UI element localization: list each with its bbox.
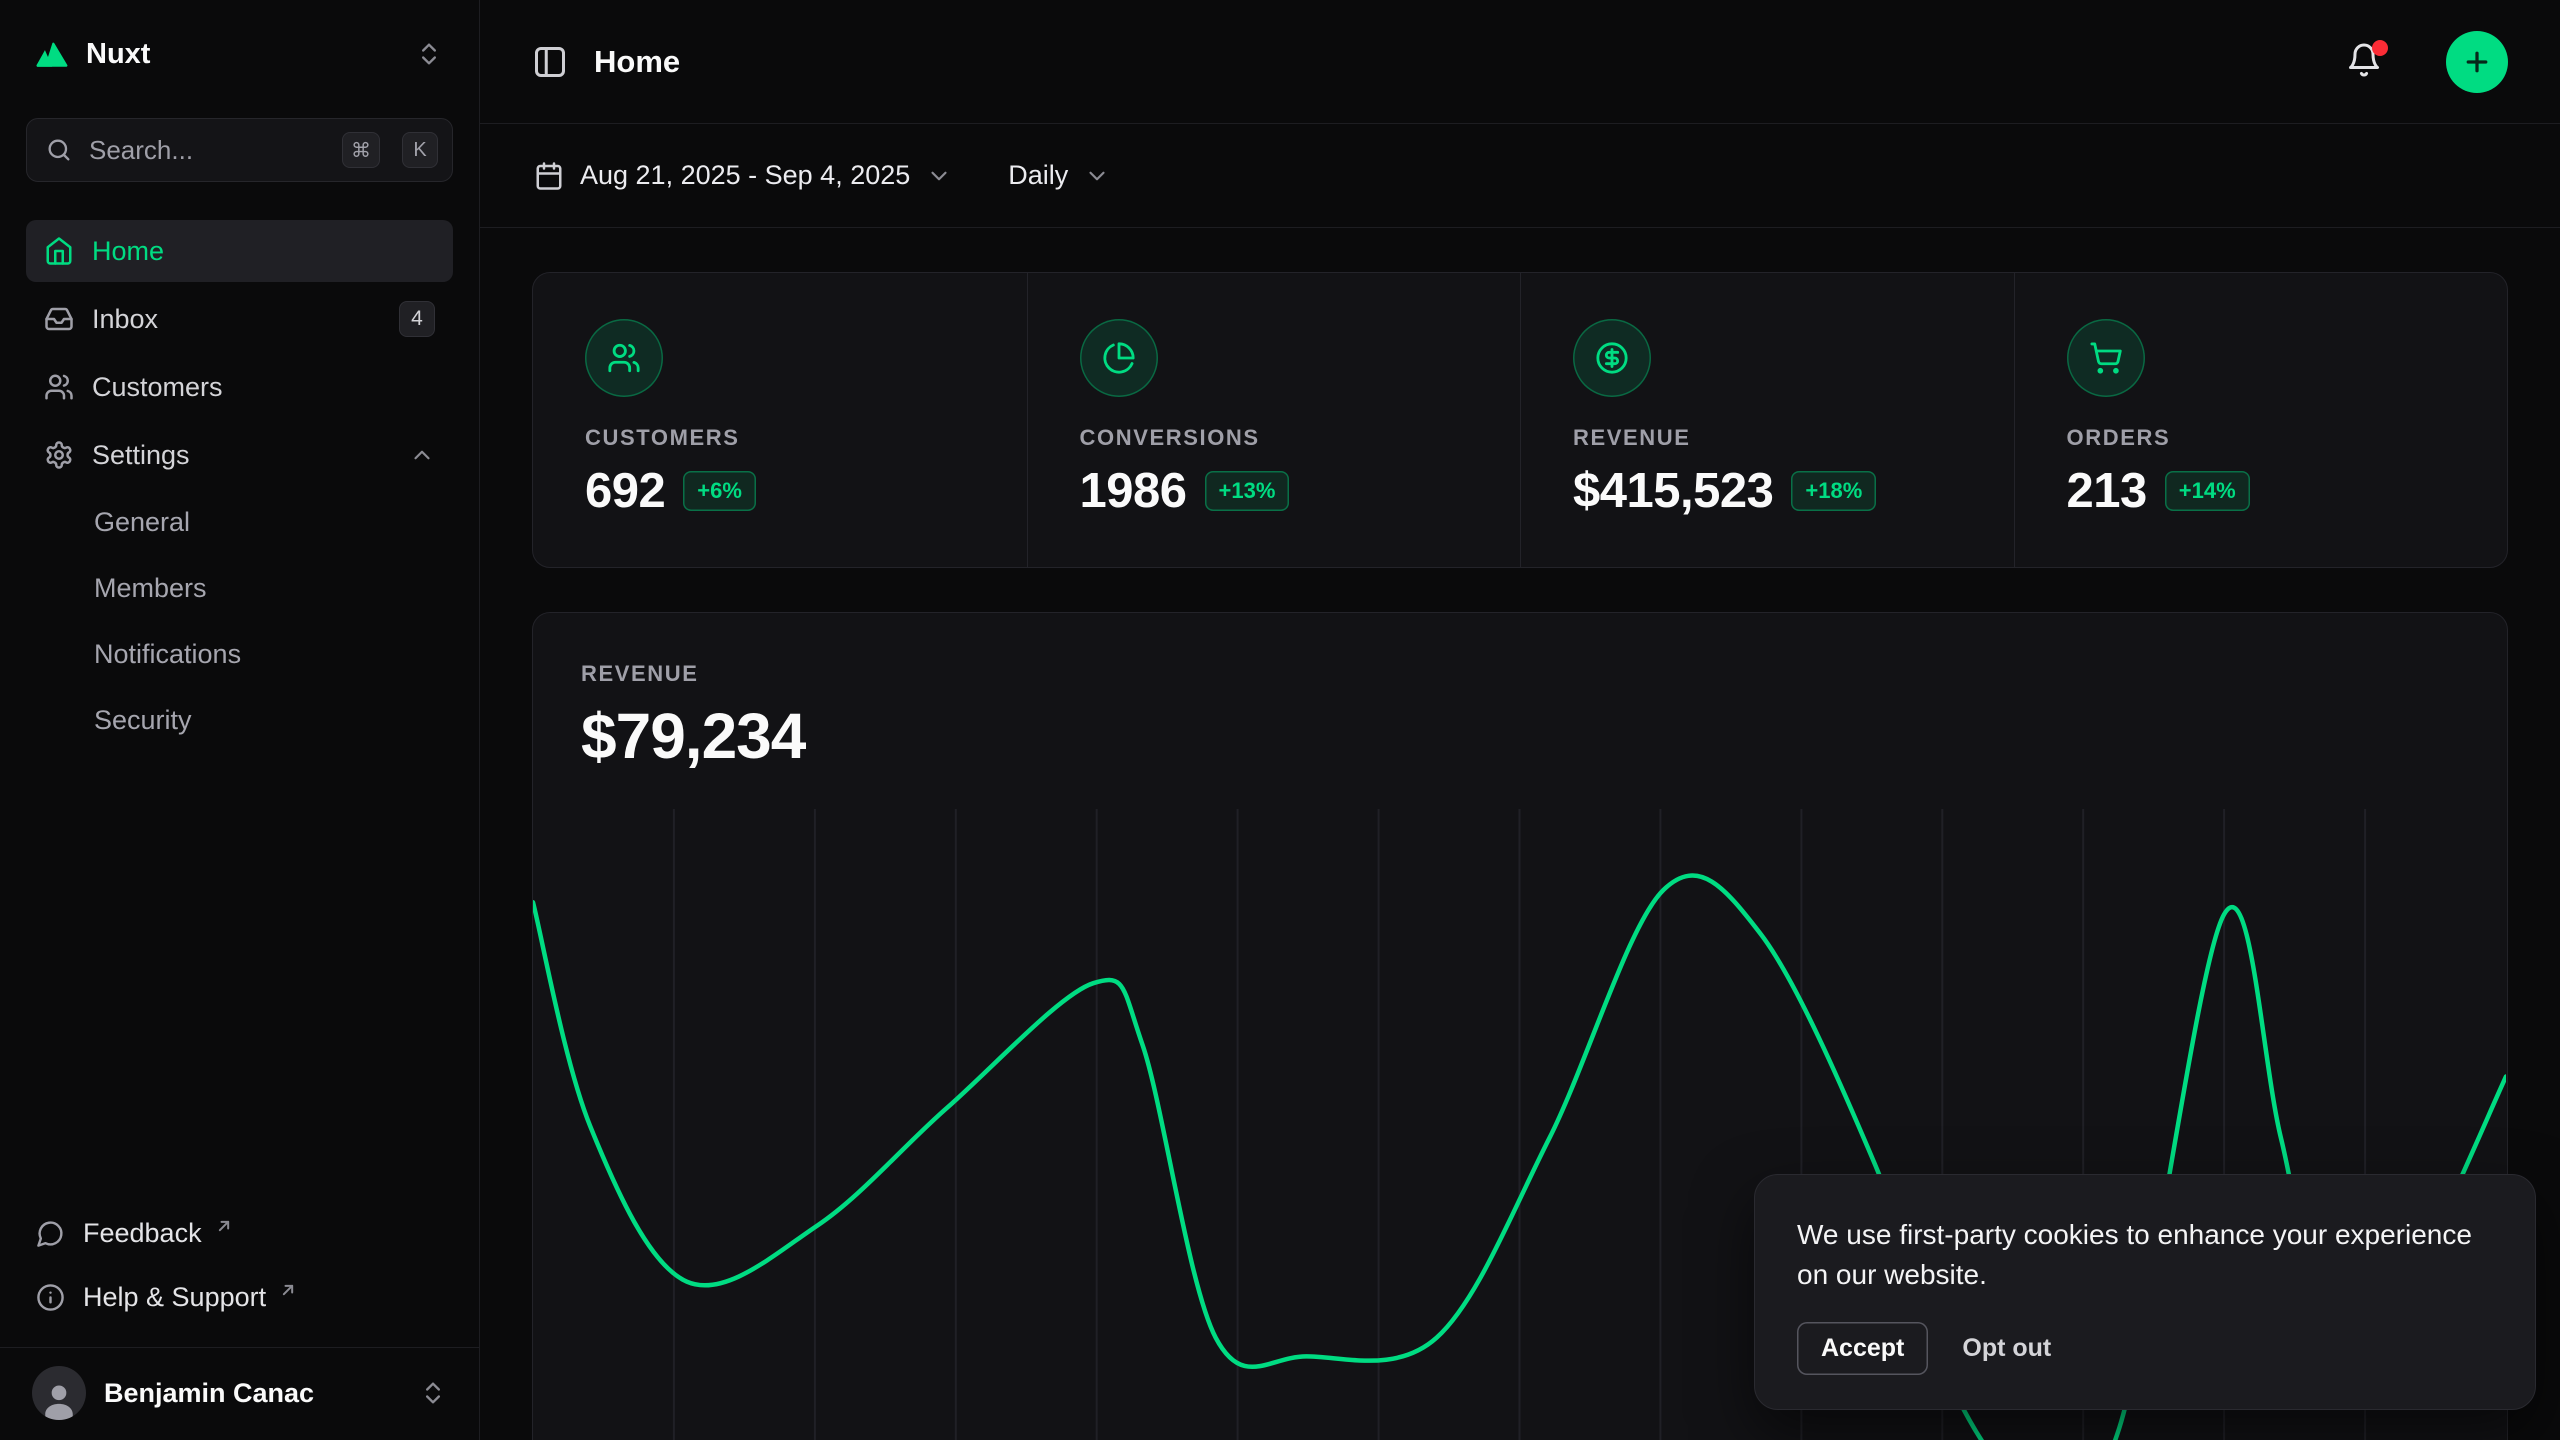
stat-value: 692 — [585, 463, 665, 519]
sidebar-footer: Feedback Help & Support — [26, 1205, 453, 1347]
sidebar-item-security[interactable]: Security — [26, 690, 453, 750]
search-input[interactable]: Search... ⌘ K — [26, 118, 453, 182]
date-range-value: Aug 21, 2025 - Sep 4, 2025 — [580, 160, 910, 191]
chevron-down-icon — [926, 163, 952, 189]
feedback-label: Feedback — [83, 1218, 202, 1249]
users-icon — [44, 372, 74, 402]
stat-label: CONVERSIONS — [1080, 425, 1469, 451]
plus-icon — [2462, 47, 2492, 77]
sidebar-item-label: Inbox — [92, 304, 381, 335]
kbd-k: K — [402, 132, 438, 168]
page-title: Home — [594, 44, 2320, 80]
search-icon — [45, 136, 73, 164]
filter-toolbar: Aug 21, 2025 - Sep 4, 2025 Daily — [480, 124, 2560, 228]
stat-label: ORDERS — [2067, 425, 2456, 451]
stat-delta-badge: +6% — [683, 471, 756, 511]
cookie-banner: We use first-party cookies to enhance yo… — [1754, 1174, 2536, 1410]
info-icon — [36, 1283, 65, 1312]
new-item-button[interactable] — [2446, 31, 2508, 93]
sidebar-item-label: Customers — [92, 372, 435, 403]
stat-card-revenue[interactable]: REVENUE $415,523 +18% — [1520, 273, 2014, 567]
sidebar-item-general[interactable]: General — [26, 492, 453, 552]
feedback-link[interactable]: Feedback — [26, 1205, 453, 1261]
external-link-icon — [214, 1216, 234, 1236]
cookie-optout-button[interactable]: Opt out — [1942, 1322, 2071, 1375]
sidebar: Nuxt Search... ⌘ K Home Inbox 4 Customer… — [0, 0, 480, 1440]
stat-label: REVENUE — [1573, 425, 1962, 451]
sidebar-item-members[interactable]: Members — [26, 558, 453, 618]
kbd-meta: ⌘ — [342, 132, 380, 168]
chevrons-up-down-icon — [415, 40, 443, 68]
avatar — [32, 1366, 86, 1420]
sidebar-item-inbox[interactable]: Inbox 4 — [26, 288, 453, 350]
inbox-icon — [44, 304, 74, 334]
sidebar-nav: Home Inbox 4 Customers Settings General … — [26, 220, 453, 1205]
stat-delta-badge: +18% — [1791, 471, 1876, 511]
sidebar-item-customers[interactable]: Customers — [26, 356, 453, 418]
stat-value: 1986 — [1080, 463, 1187, 519]
search-placeholder: Search... — [89, 135, 320, 166]
help-support-link[interactable]: Help & Support — [26, 1269, 453, 1325]
revenue-panel-value: $79,234 — [581, 699, 2459, 773]
nuxt-logo-icon — [34, 36, 70, 72]
help-support-label: Help & Support — [83, 1282, 266, 1313]
sidebar-item-settings[interactable]: Settings — [26, 424, 453, 486]
stat-value: $415,523 — [1573, 463, 1773, 519]
pie-chart-icon — [1102, 341, 1136, 375]
sidebar-item-notifications[interactable]: Notifications — [26, 624, 453, 684]
chevrons-up-down-icon — [419, 1379, 447, 1407]
stat-delta-badge: +13% — [1205, 471, 1290, 511]
gear-icon — [44, 440, 74, 470]
external-link-icon — [278, 1280, 298, 1300]
sidebar-item-home[interactable]: Home — [26, 220, 453, 282]
sidebar-item-label: Settings — [92, 440, 391, 471]
interval-select[interactable]: Daily — [990, 146, 1128, 205]
cookie-message: We use first-party cookies to enhance yo… — [1797, 1215, 2493, 1296]
chevron-down-icon — [1084, 163, 1110, 189]
user-menu[interactable]: Benjamin Canac — [0, 1347, 479, 1440]
chat-bubble-icon — [36, 1219, 65, 1248]
user-name: Benjamin Canac — [104, 1378, 401, 1409]
revenue-panel-header: REVENUE $79,234 — [533, 613, 2507, 773]
inbox-unread-badge: 4 — [399, 301, 435, 337]
notifications-button[interactable] — [2346, 42, 2386, 82]
stat-label: CUSTOMERS — [585, 425, 975, 451]
calendar-icon — [534, 161, 564, 191]
stat-value: 213 — [2067, 463, 2147, 519]
home-icon — [44, 236, 74, 266]
unread-dot — [2372, 40, 2388, 56]
stats-grid: CUSTOMERS 692 +6% CONVERSIONS 1986 +13% … — [532, 272, 2508, 568]
stat-card-conversions[interactable]: CONVERSIONS 1986 +13% — [1027, 273, 1521, 567]
chevron-up-icon — [409, 442, 435, 468]
date-range-picker[interactable]: Aug 21, 2025 - Sep 4, 2025 — [516, 146, 970, 205]
stat-delta-badge: +14% — [2165, 471, 2250, 511]
workspace-switcher[interactable]: Nuxt — [26, 30, 453, 78]
cookie-accept-button[interactable]: Accept — [1797, 1322, 1928, 1375]
sidebar-item-label: Home — [92, 236, 435, 267]
interval-value: Daily — [1008, 160, 1068, 191]
page-header: Home — [480, 0, 2560, 124]
dollar-icon — [1595, 341, 1629, 375]
cart-icon — [2089, 341, 2123, 375]
users-icon — [607, 341, 641, 375]
workspace-name: Nuxt — [86, 38, 399, 71]
revenue-panel-label: REVENUE — [581, 661, 2459, 687]
sidebar-toggle-icon[interactable] — [532, 44, 568, 80]
stat-card-customers[interactable]: CUSTOMERS 692 +6% — [533, 273, 1027, 567]
stat-card-orders[interactable]: ORDERS 213 +14% — [2014, 273, 2508, 567]
